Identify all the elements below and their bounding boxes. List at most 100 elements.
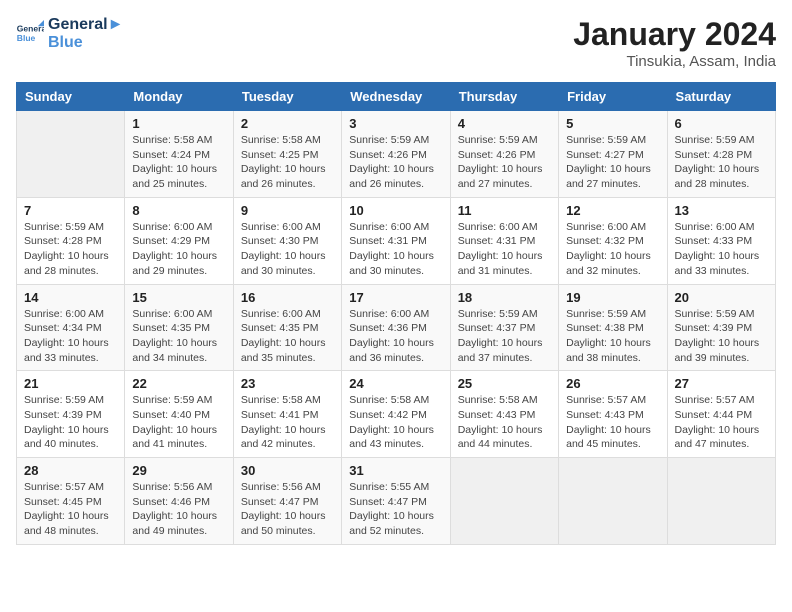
calendar-cell: 15 Sunrise: 6:00 AM Sunset: 4:35 PM Dayli… xyxy=(125,284,233,371)
day-info: Sunrise: 5:56 AM Sunset: 4:47 PM Dayligh… xyxy=(241,480,334,539)
day-number: 11 xyxy=(458,203,551,218)
calendar-cell: 4Sunrise: 5:59 AM Sunset: 4:26 PM Daylig… xyxy=(450,111,558,198)
day-info: Sunrise: 6:00 AM Sunset: 4:35 PM Dayligh… xyxy=(132,307,225,366)
day-number: 15 xyxy=(132,290,225,305)
title-block: January 2024 Tinsukia, Assam, India xyxy=(573,16,776,70)
calendar-cell: 6Sunrise: 5:59 AM Sunset: 4:28 PM Daylig… xyxy=(667,111,775,198)
day-number: 17 xyxy=(349,290,442,305)
day-info: Sunrise: 6:00 AM Sunset: 4:36 PM Dayligh… xyxy=(349,307,442,366)
day-number: 1 xyxy=(132,116,225,131)
day-info: Sunrise: 5:59 AM Sunset: 4:26 PM Dayligh… xyxy=(458,133,551,192)
month-year-title: January 2024 xyxy=(573,16,776,53)
logo-icon: General Blue xyxy=(16,20,44,48)
weekday-header-friday: Friday xyxy=(559,83,667,111)
calendar-cell: 31 Sunrise: 5:55 AM Sunset: 4:47 PM Dayli… xyxy=(342,458,450,545)
weekday-header-sunday: Sunday xyxy=(17,83,125,111)
day-number: 20 xyxy=(675,290,768,305)
day-info: Sunrise: 6:00 AM Sunset: 4:34 PM Dayligh… xyxy=(24,307,117,366)
logo-text: General► xyxy=(48,16,123,34)
calendar-cell xyxy=(450,458,558,545)
day-info: Sunrise: 5:57 AM Sunset: 4:43 PM Dayligh… xyxy=(566,393,659,452)
day-number: 3 xyxy=(349,116,442,131)
day-number: 21 xyxy=(24,376,117,391)
day-info: Sunrise: 5:59 AM Sunset: 4:37 PM Dayligh… xyxy=(458,307,551,366)
calendar-week-row: 1 Sunrise: 5:58 AM Sunset: 4:24 PM Daylig… xyxy=(17,111,776,198)
calendar-cell: 24Sunrise: 5:58 AM Sunset: 4:42 PM Dayli… xyxy=(342,371,450,458)
weekday-header-row: SundayMondayTuesdayWednesdayThursdayFrid… xyxy=(17,83,776,111)
weekday-header-tuesday: Tuesday xyxy=(233,83,341,111)
day-info: Sunrise: 5:59 AM Sunset: 4:39 PM Dayligh… xyxy=(675,307,768,366)
calendar-cell: 8Sunrise: 6:00 AM Sunset: 4:29 PM Daylig… xyxy=(125,197,233,284)
calendar-week-row: 7Sunrise: 5:59 AM Sunset: 4:28 PM Daylig… xyxy=(17,197,776,284)
logo-blue: Blue xyxy=(48,34,123,52)
day-number: 6 xyxy=(675,116,768,131)
day-number: 30 xyxy=(241,463,334,478)
weekday-header-monday: Monday xyxy=(125,83,233,111)
calendar-cell: 18 Sunrise: 5:59 AM Sunset: 4:37 PM Dayli… xyxy=(450,284,558,371)
day-number: 25 xyxy=(458,376,551,391)
calendar-cell: 19 Sunrise: 5:59 AM Sunset: 4:38 PM Dayli… xyxy=(559,284,667,371)
day-number: 16 xyxy=(241,290,334,305)
day-info: Sunrise: 6:00 AM Sunset: 4:31 PM Dayligh… xyxy=(349,220,442,279)
calendar-cell xyxy=(17,111,125,198)
calendar-cell: 21 Sunrise: 5:59 AM Sunset: 4:39 PM Dayli… xyxy=(17,371,125,458)
day-number: 9 xyxy=(241,203,334,218)
calendar-cell: 23 Sunrise: 5:58 AM Sunset: 4:41 PM Dayli… xyxy=(233,371,341,458)
calendar-table: SundayMondayTuesdayWednesdayThursdayFrid… xyxy=(16,82,776,545)
calendar-cell: 9Sunrise: 6:00 AM Sunset: 4:30 PM Daylig… xyxy=(233,197,341,284)
day-number: 27 xyxy=(675,376,768,391)
day-number: 24 xyxy=(349,376,442,391)
calendar-cell: 25 Sunrise: 5:58 AM Sunset: 4:43 PM Dayli… xyxy=(450,371,558,458)
day-number: 14 xyxy=(24,290,117,305)
day-number: 31 xyxy=(349,463,442,478)
calendar-cell: 27 Sunrise: 5:57 AM Sunset: 4:44 PM Dayli… xyxy=(667,371,775,458)
day-number: 18 xyxy=(458,290,551,305)
calendar-cell: 7Sunrise: 5:59 AM Sunset: 4:28 PM Daylig… xyxy=(17,197,125,284)
day-number: 12 xyxy=(566,203,659,218)
calendar-cell: 11 Sunrise: 6:00 AM Sunset: 4:31 PM Dayli… xyxy=(450,197,558,284)
calendar-cell: 14 Sunrise: 6:00 AM Sunset: 4:34 PM Dayli… xyxy=(17,284,125,371)
day-info: Sunrise: 5:58 AM Sunset: 4:43 PM Dayligh… xyxy=(458,393,551,452)
day-info: Sunrise: 5:58 AM Sunset: 4:24 PM Dayligh… xyxy=(132,133,225,192)
calendar-week-row: 21 Sunrise: 5:59 AM Sunset: 4:39 PM Dayli… xyxy=(17,371,776,458)
day-number: 2 xyxy=(241,116,334,131)
calendar-cell: 12 Sunrise: 6:00 AM Sunset: 4:32 PM Dayli… xyxy=(559,197,667,284)
weekday-header-wednesday: Wednesday xyxy=(342,83,450,111)
day-info: Sunrise: 5:59 AM Sunset: 4:38 PM Dayligh… xyxy=(566,307,659,366)
svg-text:Blue: Blue xyxy=(17,33,36,43)
weekday-header-thursday: Thursday xyxy=(450,83,558,111)
day-info: Sunrise: 5:59 AM Sunset: 4:39 PM Dayligh… xyxy=(24,393,117,452)
calendar-cell: 3 Sunrise: 5:59 AM Sunset: 4:26 PM Daylig… xyxy=(342,111,450,198)
day-info: Sunrise: 5:57 AM Sunset: 4:44 PM Dayligh… xyxy=(675,393,768,452)
calendar-cell: 22 Sunrise: 5:59 AM Sunset: 4:40 PM Dayli… xyxy=(125,371,233,458)
day-number: 26 xyxy=(566,376,659,391)
day-info: Sunrise: 5:58 AM Sunset: 4:25 PM Dayligh… xyxy=(241,133,334,192)
calendar-cell: 1 Sunrise: 5:58 AM Sunset: 4:24 PM Daylig… xyxy=(125,111,233,198)
calendar-cell xyxy=(667,458,775,545)
day-number: 29 xyxy=(132,463,225,478)
day-info: Sunrise: 5:58 AM Sunset: 4:41 PM Dayligh… xyxy=(241,393,334,452)
calendar-week-row: 14 Sunrise: 6:00 AM Sunset: 4:34 PM Dayli… xyxy=(17,284,776,371)
day-number: 19 xyxy=(566,290,659,305)
calendar-cell: 17 Sunrise: 6:00 AM Sunset: 4:36 PM Dayli… xyxy=(342,284,450,371)
calendar-cell: 29Sunrise: 5:56 AM Sunset: 4:46 PM Dayli… xyxy=(125,458,233,545)
day-info: Sunrise: 6:00 AM Sunset: 4:31 PM Dayligh… xyxy=(458,220,551,279)
day-number: 23 xyxy=(241,376,334,391)
day-number: 13 xyxy=(675,203,768,218)
calendar-cell: 5Sunrise: 5:59 AM Sunset: 4:27 PM Daylig… xyxy=(559,111,667,198)
logo: General Blue General► Blue xyxy=(16,16,123,51)
calendar-cell: 26 Sunrise: 5:57 AM Sunset: 4:43 PM Dayli… xyxy=(559,371,667,458)
day-number: 22 xyxy=(132,376,225,391)
page-header: General Blue General► Blue January 2024 … xyxy=(16,16,776,70)
calendar-cell: 13 Sunrise: 6:00 AM Sunset: 4:33 PM Dayli… xyxy=(667,197,775,284)
day-info: Sunrise: 5:59 AM Sunset: 4:26 PM Dayligh… xyxy=(349,133,442,192)
day-info: Sunrise: 6:00 AM Sunset: 4:33 PM Dayligh… xyxy=(675,220,768,279)
location-subtitle: Tinsukia, Assam, India xyxy=(573,53,776,70)
day-info: Sunrise: 5:59 AM Sunset: 4:40 PM Dayligh… xyxy=(132,393,225,452)
calendar-cell: 2 Sunrise: 5:58 AM Sunset: 4:25 PM Daylig… xyxy=(233,111,341,198)
calendar-cell: 28Sunrise: 5:57 AM Sunset: 4:45 PM Dayli… xyxy=(17,458,125,545)
day-info: Sunrise: 5:55 AM Sunset: 4:47 PM Dayligh… xyxy=(349,480,442,539)
day-number: 10 xyxy=(349,203,442,218)
day-info: Sunrise: 6:00 AM Sunset: 4:29 PM Dayligh… xyxy=(132,220,225,279)
day-info: Sunrise: 6:00 AM Sunset: 4:32 PM Dayligh… xyxy=(566,220,659,279)
